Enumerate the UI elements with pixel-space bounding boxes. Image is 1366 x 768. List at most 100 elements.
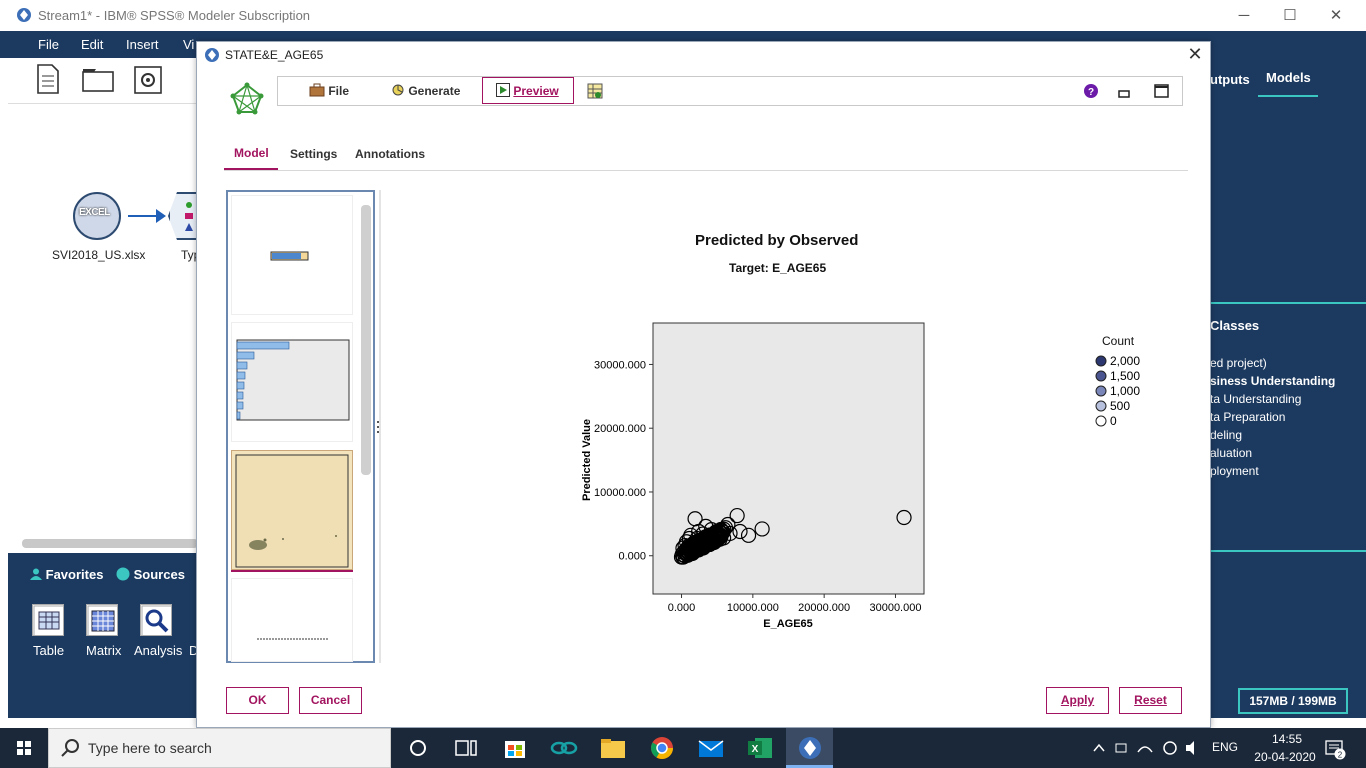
palette-label-matrix: Matrix	[86, 643, 122, 658]
help-icon[interactable]: ?	[1084, 84, 1098, 98]
circle-icon	[116, 567, 130, 581]
tab-settings[interactable]: Settings	[290, 147, 337, 161]
cortana-icon[interactable]	[403, 733, 433, 763]
app-title: Stream1* - IBM® SPSS® Modeler Subscripti…	[38, 8, 311, 23]
language-indicator[interactable]: ENG	[1212, 740, 1238, 754]
crisp-data-understanding[interactable]: ta Understanding	[1210, 392, 1301, 406]
notification-icon[interactable]: 2	[1324, 738, 1346, 760]
legend-label: 1,000	[1110, 384, 1140, 398]
generate-icon	[392, 84, 404, 96]
search-icon	[61, 739, 79, 757]
menu-file[interactable]: File	[38, 37, 59, 52]
palette-label-analysis: Analysis	[134, 643, 183, 658]
dialog-close-icon[interactable]: ✕	[1184, 44, 1206, 66]
selected-thumbnail-underline	[231, 570, 353, 572]
canvas-horizontal-scrollbar[interactable]	[22, 539, 198, 548]
ok-button[interactable]: OK	[226, 687, 289, 714]
spss-app-icon	[17, 8, 31, 22]
tray-date[interactable]: 20-04-2020	[1250, 750, 1320, 764]
connection-arrow-icon	[156, 209, 166, 223]
spss-modeler-taskbar-icon[interactable]	[795, 733, 825, 763]
file-menu-label: File	[328, 84, 350, 98]
x-tick-label: 10000.000	[727, 602, 779, 614]
matrix-node-icon[interactable]	[86, 604, 118, 636]
excel-node-badge: EXCEL	[79, 207, 110, 218]
file-explorer-icon[interactable]	[598, 733, 628, 763]
apply-button[interactable]: Apply	[1046, 687, 1109, 714]
thumbnail-predicted-by-observed[interactable]	[231, 450, 353, 570]
mail-icon[interactable]	[696, 733, 726, 763]
y-axis-label: Predicted Value	[581, 419, 593, 501]
thumbnail-bar-icon	[270, 251, 309, 261]
project-item[interactable]: ed project)	[1210, 356, 1267, 370]
maximize-pane-icon[interactable]	[1154, 84, 1169, 98]
stream-connection	[128, 215, 158, 217]
analysis-node-icon[interactable]	[140, 604, 172, 636]
legend-swatch	[1095, 370, 1107, 382]
minimize-button[interactable]: ─	[1221, 4, 1267, 28]
palette-tab-favorites-label: Favorites	[45, 567, 104, 582]
menu-view[interactable]: Vi	[183, 37, 194, 52]
close-button[interactable]: ✕	[1313, 4, 1359, 28]
store-icon[interactable]	[500, 733, 530, 763]
y-tick-label: 10000.000	[594, 487, 646, 499]
thumbnail-scrollbar[interactable]	[361, 205, 371, 475]
chrome-icon[interactable]	[647, 733, 677, 763]
x-tick-label: 0.000	[668, 602, 696, 614]
generate-menu-label: Generate	[408, 84, 461, 98]
file-menu-button[interactable]: File	[309, 83, 349, 98]
tray-time[interactable]: 14:55	[1262, 732, 1312, 746]
excel-icon[interactable]: X	[745, 733, 775, 763]
task-view-icon[interactable]	[451, 733, 481, 763]
panel-divider	[1210, 302, 1366, 304]
reset-button[interactable]: Reset	[1119, 687, 1182, 714]
excel-node-label: SVI2018_US.xlsx	[52, 248, 146, 262]
save-icon[interactable]	[134, 66, 166, 98]
preview-button-content[interactable]: Preview	[496, 83, 559, 98]
stream-canvas[interactable]	[8, 105, 198, 550]
menu-edit[interactable]: Edit	[81, 37, 103, 52]
tab-model[interactable]: Model	[234, 146, 269, 160]
crisp-data-preparation[interactable]: ta Preparation	[1210, 410, 1285, 424]
tab-annotations[interactable]: Annotations	[355, 147, 425, 161]
search-placeholder: Type here to search	[88, 740, 212, 756]
excel-source-node[interactable]: EXCEL	[73, 192, 121, 240]
arduino-icon[interactable]	[549, 733, 579, 763]
tab-outputs[interactable]: utputs	[1210, 72, 1250, 87]
dialog-app-icon	[205, 48, 219, 62]
legend-swatch	[1095, 385, 1107, 397]
memory-usage-badge[interactable]: 157MB / 199MB	[1238, 688, 1348, 714]
open-folder-icon[interactable]	[82, 68, 114, 100]
cancel-button[interactable]: Cancel	[299, 687, 362, 714]
palette-tab-sources[interactable]: Sources	[116, 567, 185, 582]
table-export-icon[interactable]	[587, 83, 603, 99]
new-document-icon[interactable]	[36, 64, 68, 96]
tab-models[interactable]: Models	[1266, 70, 1311, 85]
crisp-deployment[interactable]: ployment	[1210, 464, 1259, 478]
x-tick-label: 30000.000	[869, 602, 921, 614]
crisp-modeling[interactable]: deling	[1210, 428, 1242, 442]
system-tray-icons[interactable]	[1090, 740, 1200, 756]
minimize-pane-icon[interactable]	[1118, 86, 1130, 98]
app-titlebar: Stream1* - IBM® SPSS® Modeler Subscripti…	[0, 0, 1366, 31]
thumbnail-residuals[interactable]	[231, 322, 353, 442]
menu-insert[interactable]: Insert	[126, 37, 159, 52]
thumbnail-model-info[interactable]	[231, 578, 353, 662]
person-icon	[30, 568, 42, 580]
manager-panel: utputs Models	[1210, 58, 1366, 718]
legend: 2,0001,5001,0005000	[1095, 354, 1140, 428]
generate-menu-button[interactable]: Generate	[391, 83, 460, 98]
crisp-evaluation[interactable]: aluation	[1210, 446, 1252, 460]
palette-tab-favorites[interactable]: Favorites	[30, 567, 103, 582]
windows-start-icon[interactable]	[0, 728, 48, 768]
type-node-glyph-icon	[185, 202, 193, 231]
x-axis-label: E_AGE65	[763, 618, 813, 630]
splitter-grip-icon[interactable]	[376, 420, 380, 434]
svg-text:X: X	[752, 744, 759, 755]
thumbnail-predictor-importance[interactable]	[231, 195, 353, 315]
maximize-button[interactable]: ☐	[1267, 4, 1313, 28]
crisp-business-understanding[interactable]: siness Understanding	[1210, 374, 1335, 388]
legend-swatch	[1095, 400, 1107, 412]
scatter-chart[interactable]: 0.000 10000.000 20000.000 30000.000 0.000 100…	[560, 300, 940, 640]
table-node-icon[interactable]	[32, 604, 64, 636]
